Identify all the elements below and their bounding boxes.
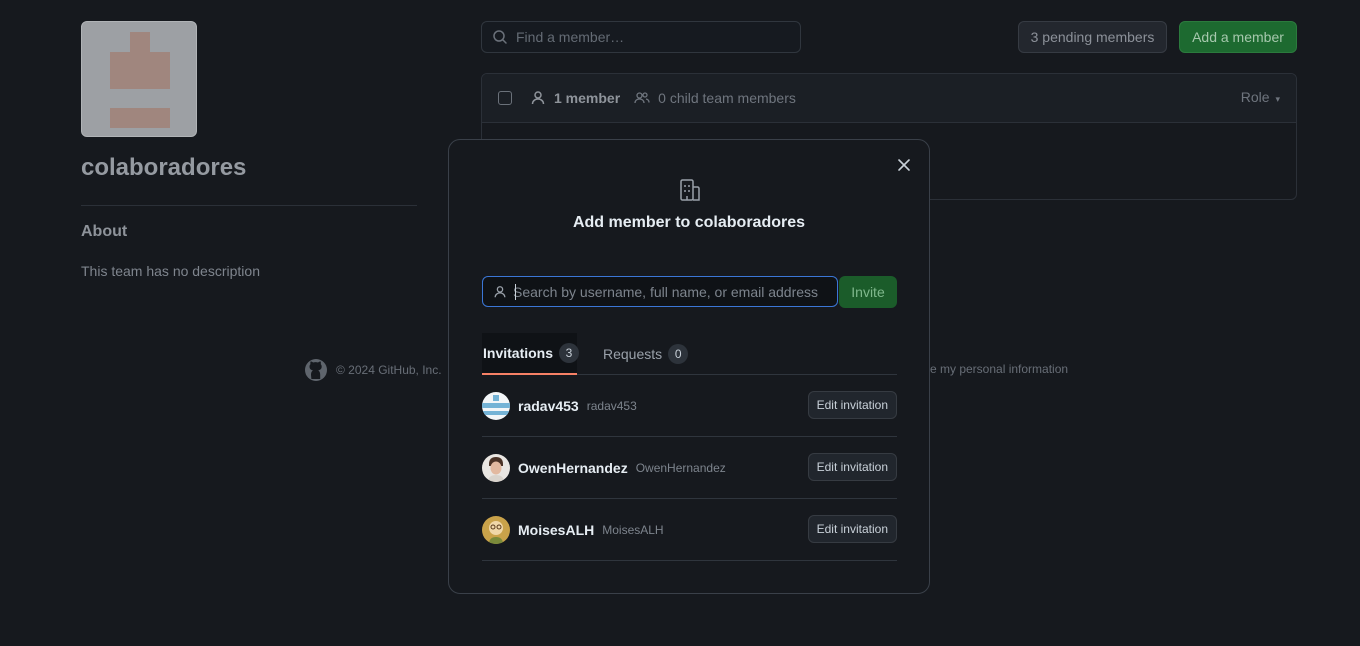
people-icon <box>634 90 650 106</box>
user-search-input[interactable] <box>513 283 833 300</box>
edit-invitation-button[interactable]: Edit invitation <box>807 391 897 419</box>
person-icon <box>530 90 546 106</box>
close-icon[interactable] <box>895 156 913 174</box>
footer-personal-info-link[interactable]: e my personal information <box>930 362 1068 376</box>
members-list-header: 1 member 0 child team members Role ▾ <box>482 74 1296 123</box>
list-item: radav453 radav453 Edit invitation <box>482 375 897 437</box>
organization-icon <box>679 178 701 207</box>
team-name: colaboradores <box>81 154 247 181</box>
tab-invitations[interactable]: Invitations 3 <box>482 333 580 375</box>
avatar[interactable] <box>482 453 510 482</box>
child-team-count[interactable]: 0 child team members <box>658 90 796 106</box>
add-member-dialog: Add member to colaboradores Invite Invit… <box>448 139 930 594</box>
invitation-list: radav453 radav453 Edit invitation OwenHe… <box>482 375 897 561</box>
footer-copyright: © 2024 GitHub, Inc. <box>336 363 442 377</box>
role-filter-label: Role <box>1240 89 1270 105</box>
select-all-checkbox[interactable] <box>498 91 512 105</box>
tab-requests[interactable]: Requests 0 <box>603 333 689 375</box>
pending-members-button[interactable]: 3 pending members <box>1018 21 1167 53</box>
find-member-input[interactable]: Find a member… <box>481 21 801 53</box>
caret-down-icon: ▾ <box>1275 94 1280 104</box>
invitee-name[interactable]: radav453 <box>518 398 579 414</box>
invitee-login: MoisesALH <box>602 522 664 537</box>
invitee-name[interactable]: MoisesALH <box>518 522 594 538</box>
role-filter[interactable]: Role ▾ <box>1241 89 1280 105</box>
github-logo-icon <box>305 359 327 381</box>
list-item: MoisesALH MoisesALH Edit invitation <box>482 499 897 561</box>
about-heading: About <box>81 223 128 240</box>
tab-requests-count: 0 <box>668 344 689 364</box>
member-count[interactable]: 1 member <box>554 90 620 106</box>
sidebar-divider <box>81 205 417 206</box>
about-description: This team has no description <box>81 263 260 279</box>
invitee-login: OwenHernandez <box>635 460 726 475</box>
tab-invitations-count: 3 <box>559 343 580 363</box>
search-icon <box>493 30 507 44</box>
text-cursor <box>515 284 516 300</box>
invite-button[interactable]: Invite <box>839 276 897 308</box>
invitee-name[interactable]: OwenHernandez <box>518 460 628 476</box>
invitation-tabs: Invitations 3 Requests 0 <box>482 333 897 375</box>
team-avatar <box>81 21 197 137</box>
dialog-title: Add member to colaboradores <box>572 214 806 231</box>
footer: © 2024 GitHub, Inc. <box>304 358 442 382</box>
tab-invitations-label: Invitations <box>483 345 554 361</box>
avatar[interactable] <box>482 515 510 544</box>
person-icon <box>494 285 506 297</box>
find-member-placeholder: Find a member… <box>516 29 625 45</box>
add-member-button[interactable]: Add a member <box>1179 21 1297 53</box>
edit-invitation-button[interactable]: Edit invitation <box>807 515 897 543</box>
list-item: OwenHernandez OwenHernandez Edit invitat… <box>482 437 897 499</box>
avatar[interactable] <box>482 391 510 420</box>
tab-requests-label: Requests <box>603 346 663 362</box>
edit-invitation-button[interactable]: Edit invitation <box>807 453 897 481</box>
user-search-field[interactable] <box>482 276 838 307</box>
invitee-login: radav453 <box>586 398 637 413</box>
